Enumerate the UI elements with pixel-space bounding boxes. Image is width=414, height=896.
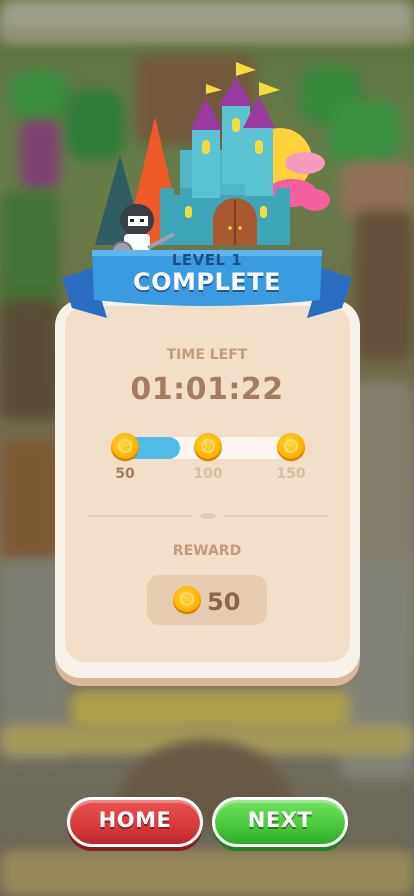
divider — [88, 513, 328, 519]
coin-icon — [194, 433, 222, 461]
milestone-label: 50 — [115, 466, 135, 482]
level-title: LEVEL 1 — [171, 251, 243, 269]
level-status: COMPLETE — [133, 268, 281, 296]
reward-label: REWARD — [172, 543, 242, 559]
coin-icon — [277, 433, 305, 461]
coin-icon — [173, 586, 201, 614]
time-left-value: 01:01:22 — [130, 372, 284, 407]
milestone-label: 150 — [276, 466, 306, 482]
milestone-label: 100 — [193, 466, 223, 482]
time-left-label: TIME LEFT — [166, 347, 248, 363]
home-button[interactable]: HOME — [67, 797, 203, 847]
coin-icon — [111, 433, 139, 461]
next-button[interactable]: NEXT — [212, 797, 348, 847]
reward-amount: 50 — [207, 588, 241, 616]
